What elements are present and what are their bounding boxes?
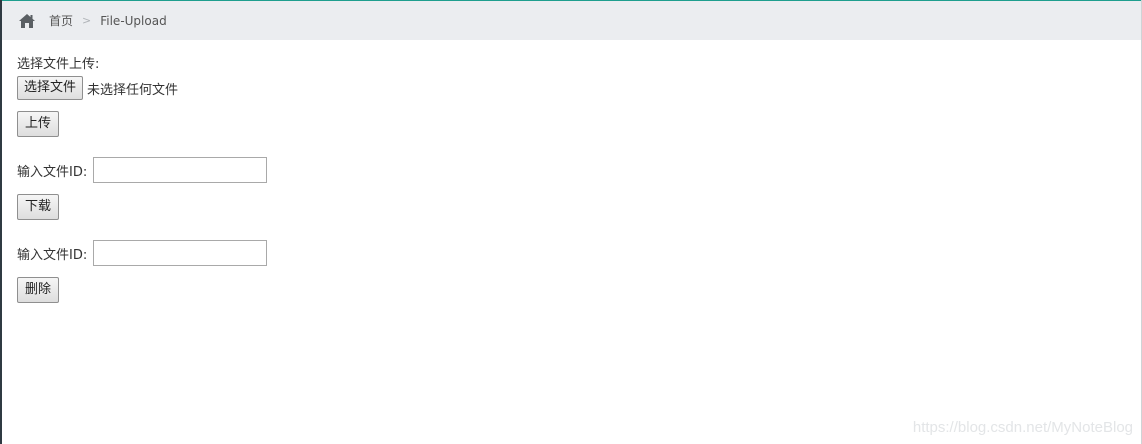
- delete-id-row: 输入文件ID:: [17, 240, 268, 266]
- breadcrumb-current: File-Upload: [100, 13, 167, 28]
- upload-action-row: 上传: [17, 111, 267, 137]
- upload-button[interactable]: 上传: [17, 111, 60, 137]
- breadcrumb-home-link[interactable]: 首页: [49, 12, 73, 29]
- download-id-input[interactable]: [93, 157, 268, 183]
- download-id-row: 输入文件ID:: [17, 157, 268, 183]
- delete-id-label: 输入文件ID:: [17, 247, 88, 263]
- delete-action-row: 删除: [17, 277, 267, 303]
- watermark: https://blog.csdn.net/MyNoteBlog: [912, 419, 1133, 436]
- file-chooser: 选择文件 未选择任何文件: [17, 76, 267, 100]
- download-id-label: 输入文件ID:: [17, 164, 88, 180]
- breadcrumb: 首页 > File-Upload: [2, 1, 1141, 40]
- upload-label: 选择文件上传:: [17, 57, 100, 72]
- download-button[interactable]: 下载: [17, 194, 60, 220]
- choose-file-button[interactable]: 选择文件: [17, 76, 84, 100]
- breadcrumb-separator: >: [82, 14, 92, 27]
- home-icon[interactable]: [18, 13, 36, 29]
- delete-id-input[interactable]: [93, 240, 268, 266]
- delete-button[interactable]: 删除: [17, 277, 60, 303]
- file-status-text: 未选择任何文件: [87, 82, 179, 98]
- file-operations-panel: 选择文件上传: 选择文件 未选择任何文件 上传 输入文件ID: 下载 输入文件I…: [17, 56, 268, 303]
- download-action-row: 下载: [17, 194, 267, 220]
